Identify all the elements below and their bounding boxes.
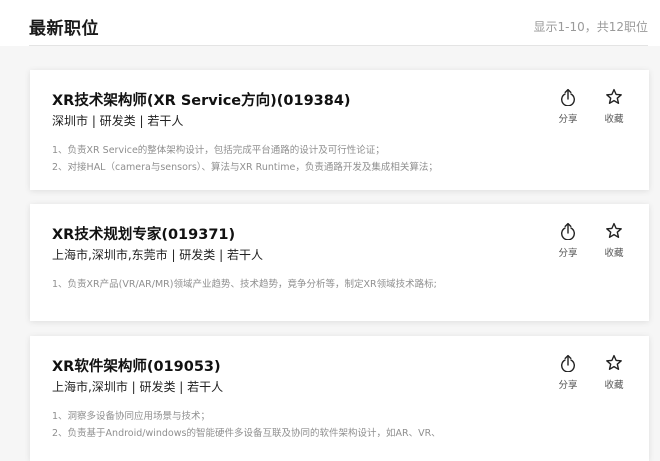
job-title[interactable]: XR技术规划专家(019371) [52, 223, 235, 244]
page-title: 最新职位 [29, 19, 99, 39]
share-label: 分享 [558, 114, 578, 125]
job-meta: 上海市,深圳市 | 研发类 | 若干人 [52, 380, 224, 394]
job-description: 1、洞察多设备协同应用场景与技术； 2、负责基于Android/windows的… [52, 408, 482, 442]
job-description-line: 1、负责XR产品(VR/AR/MR)领域产业趋势、技术趋势，竟争分析等，制定XR… [52, 279, 437, 290]
share-button[interactable]: 分享 [550, 354, 586, 394]
job-card[interactable]: XR软件架构师(019053) 上海市,深圳市 | 研发类 | 若干人 1、洞察… [30, 336, 649, 461]
star-icon [596, 88, 632, 106]
share-button[interactable]: 分享 [550, 222, 586, 262]
job-description-line: 2、负责基于Android/windows的智能硬件多设备互联及协同的软件架构设… [52, 428, 441, 439]
star-icon [596, 354, 632, 372]
favorite-label: 收藏 [604, 380, 624, 391]
job-title[interactable]: XR软件架构师(019053) [52, 355, 221, 376]
favorite-button[interactable]: 收藏 [596, 354, 632, 394]
job-meta: 上海市,深圳市,东莞市 | 研发类 | 若干人 [52, 248, 263, 262]
result-count: 显示1-10，共12职位 [533, 20, 648, 34]
job-description: 1、负责XR产品(VR/AR/MR)领域产业趋势、技术趋势，竟争分析等，制定XR… [52, 276, 482, 293]
share-icon [550, 222, 586, 240]
share-icon [550, 354, 586, 372]
job-description-line: 1、洞察多设备协同应用场景与技术； [52, 411, 211, 422]
favorite-button[interactable]: 收藏 [596, 88, 632, 128]
job-card[interactable]: XR技术规划专家(019371) 上海市,深圳市,东莞市 | 研发类 | 若干人… [30, 204, 649, 321]
share-button[interactable]: 分享 [550, 88, 586, 128]
job-description-line: 1、负责XR Service的整体架构设计，包括完成平台通路的设计及可行性论证； [52, 145, 385, 156]
job-title[interactable]: XR技术架构师(XR Service方向)(019384) [52, 89, 351, 110]
job-description: 1、负责XR Service的整体架构设计，包括完成平台通路的设计及可行性论证；… [52, 142, 482, 176]
favorite-button[interactable]: 收藏 [596, 222, 632, 262]
share-icon [550, 88, 586, 106]
job-description-line: 2、对接HAL（camera与sensors）、算法与XR Runtime，负责… [52, 162, 438, 173]
header-divider [29, 45, 648, 46]
favorite-label: 收藏 [604, 248, 624, 259]
page-header: 最新职位 显示1-10，共12职位 [0, 0, 660, 46]
job-meta: 深圳市 | 研发类 | 若干人 [52, 114, 184, 128]
share-label: 分享 [558, 380, 578, 391]
job-card[interactable]: XR技术架构师(XR Service方向)(019384) 深圳市 | 研发类 … [30, 70, 649, 190]
share-label: 分享 [558, 248, 578, 259]
star-icon [596, 222, 632, 240]
favorite-label: 收藏 [604, 114, 624, 125]
